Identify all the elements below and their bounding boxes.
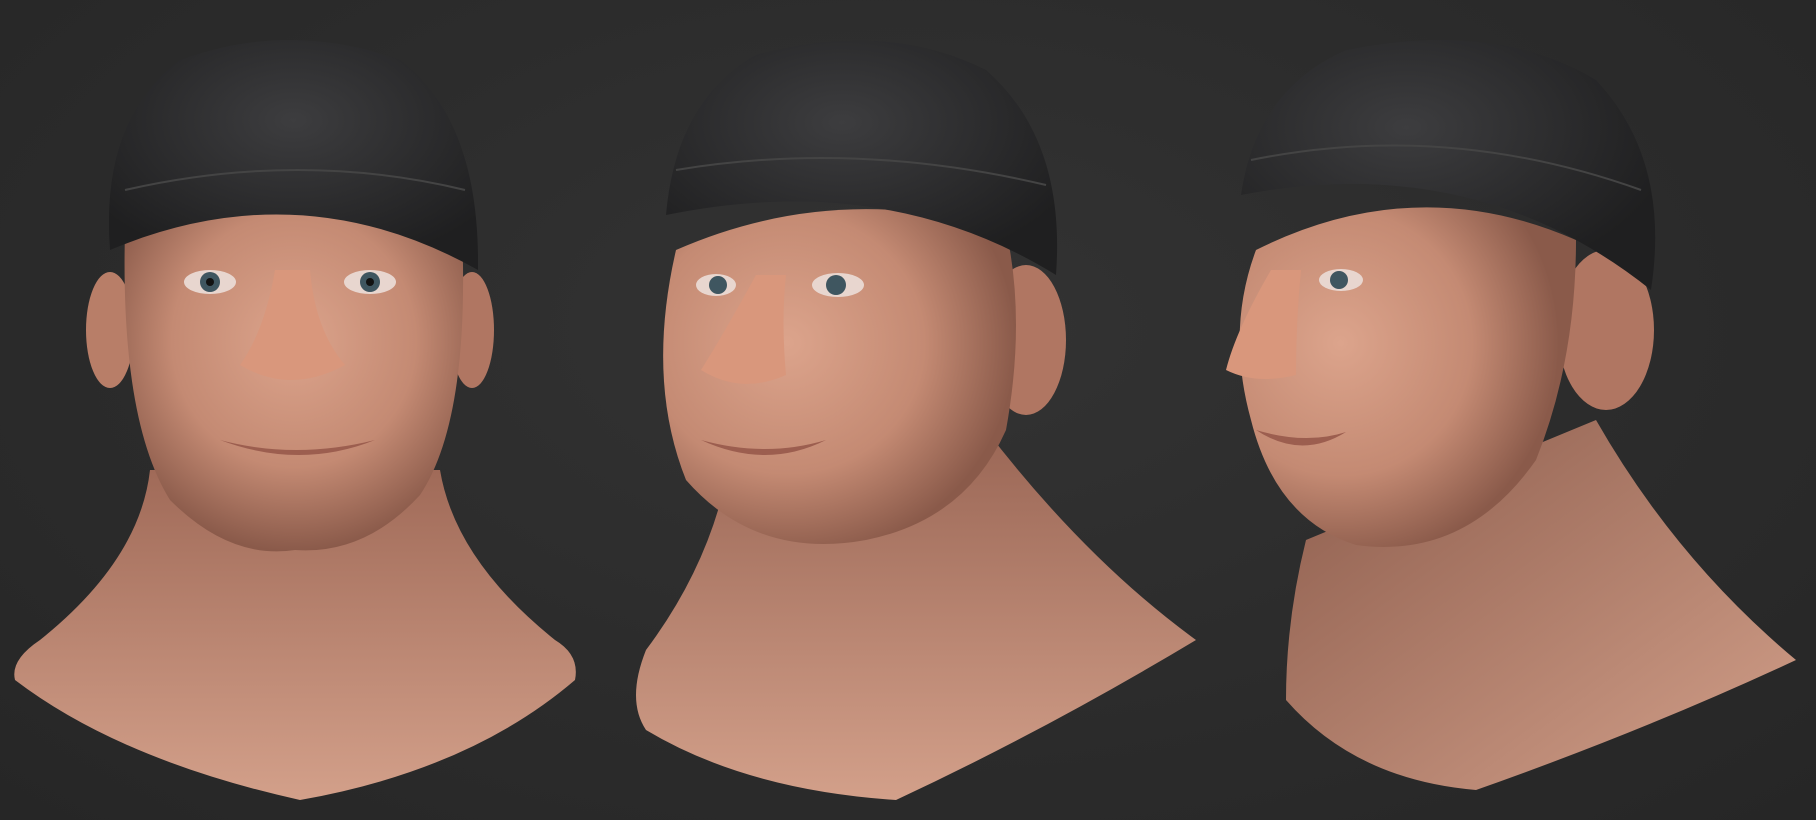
head-profile-render [1226,40,1796,790]
head-front-view [0,0,610,820]
render-viewport [0,0,1816,820]
nose [1226,270,1301,379]
head-profile-view [1196,0,1816,820]
head-three-quarter-render [636,40,1196,800]
head-three-quarter-view [606,0,1206,820]
head-front-render [14,40,576,800]
